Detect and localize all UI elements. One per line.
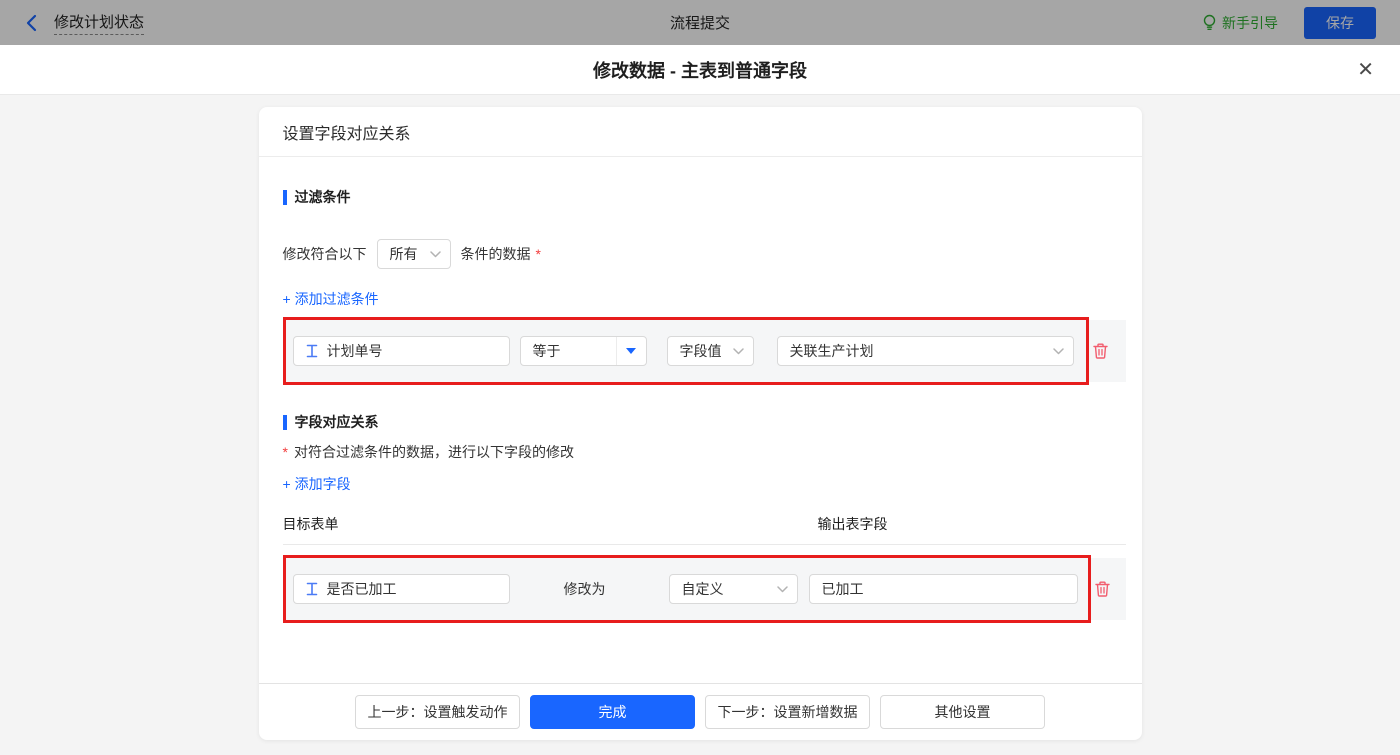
filter-value-select[interactable]: 关联生产计划 [776, 336, 1074, 366]
add-filter-condition-link[interactable]: + 添加过滤条件 [283, 289, 379, 309]
section-accent-bar [282, 414, 287, 430]
filter-condition-line: 修改符合以下 所有 条件的数据 * [283, 239, 1126, 269]
chevron-down-icon [776, 585, 788, 593]
section-accent-bar [282, 189, 287, 205]
operator-select[interactable]: 等于 [519, 336, 647, 366]
modal-body: 设置字段对应关系 过滤条件 修改符合以下 所有 条件的数据 * + 添加过滤条件 [0, 107, 1400, 755]
mapping-column-headers: 目标表单 输出表字段 [282, 514, 1126, 545]
required-mark: * [535, 246, 541, 262]
mapping-section-title: 字段对应关系 [282, 412, 1126, 432]
topbar: 修改计划状态 流程提交 新手引导 保存 [0, 0, 1400, 45]
close-icon[interactable]: ✕ [1357, 60, 1374, 80]
delete-filter-row-icon[interactable] [1092, 342, 1109, 360]
match-mode-select[interactable]: 所有 [376, 239, 451, 269]
filter-section-title: 过滤条件 [282, 187, 1126, 207]
target-field-input[interactable]: 是否已加工 [292, 574, 510, 604]
match-prefix-label: 修改符合以下 [282, 246, 367, 262]
value-type-select[interactable]: 字段值 [666, 336, 754, 366]
modal-title: 修改数据 - 主表到普通字段 [593, 60, 807, 81]
modal-header: 修改数据 - 主表到普通字段 ✕ [0, 45, 1400, 95]
prev-step-button[interactable]: 上一步：设置触发动作 [355, 695, 520, 729]
other-settings-button[interactable]: 其他设置 [880, 695, 1045, 729]
mapping-rule-row: 是否已加工 修改为 自定义 已加工 [282, 555, 1126, 623]
field-mapping-card: 设置字段对应关系 过滤条件 修改符合以下 所有 条件的数据 * + 添加过滤条件 [258, 107, 1142, 740]
target-form-column-header: 目标表单 [282, 516, 339, 532]
match-suffix-label: 条件的数据 [460, 246, 531, 262]
chevron-down-icon [732, 347, 744, 355]
card-header: 设置字段对应关系 [258, 107, 1142, 157]
next-step-button[interactable]: 下一步：设置新增数据 [705, 695, 870, 729]
modify-mode-select[interactable]: 自定义 [668, 574, 798, 604]
delete-mapping-row-icon[interactable] [1094, 580, 1111, 598]
card-footer: 上一步：设置触发动作 完成 下一步：设置新增数据 其他设置 [258, 683, 1142, 740]
modify-to-label: 修改为 [563, 581, 606, 597]
modal-backdrop [0, 0, 1400, 45]
text-field-icon [306, 582, 318, 596]
card-title: 设置字段对应关系 [282, 125, 411, 143]
add-field-link[interactable]: + 添加字段 [283, 474, 351, 494]
card-body: 过滤条件 修改符合以下 所有 条件的数据 * + 添加过滤条件 计划单号 等于 … [259, 157, 1142, 683]
done-button[interactable]: 完成 [530, 695, 695, 729]
filter-rule-row: 计划单号 等于 字段值 关联生产计划 [282, 317, 1126, 385]
output-field-column-header: 输出表字段 [817, 516, 888, 532]
chevron-down-icon [429, 250, 441, 258]
required-mark: * [282, 444, 288, 460]
chevron-down-icon [1052, 347, 1064, 355]
filter-field-input[interactable]: 计划单号 [292, 336, 510, 366]
mapping-hint: * 对符合过滤条件的数据，进行以下字段的修改 [282, 444, 574, 460]
text-field-icon [306, 344, 318, 358]
caret-down-icon [615, 337, 646, 365]
output-value-input[interactable]: 已加工 [808, 574, 1078, 604]
